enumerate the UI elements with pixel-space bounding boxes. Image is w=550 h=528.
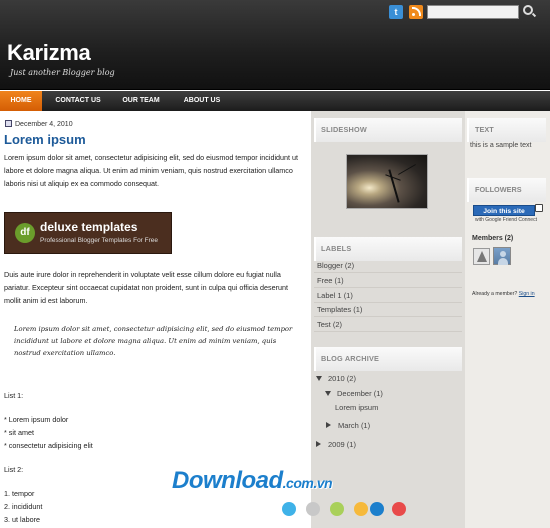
- main-content: December 4, 2010 Lorem ipsum Lorem ipsum…: [0, 111, 311, 528]
- members-count: Members (2): [472, 235, 514, 242]
- tree-branch: [398, 164, 416, 175]
- rss-icon[interactable]: [409, 5, 423, 19]
- gfc-icon: [535, 204, 543, 212]
- watermark-dot: [354, 502, 368, 516]
- watermark-dot: [282, 502, 296, 516]
- list-item: 3. ut labore: [4, 515, 40, 524]
- list2-title: List 2:: [4, 465, 24, 474]
- archive-year-2010[interactable]: 2010 (2): [316, 374, 356, 383]
- watermark-dot: [392, 502, 406, 516]
- twitter-icon[interactable]: t: [389, 5, 403, 19]
- list-item: * consectetur adipisicing elit: [4, 441, 93, 450]
- watermark-text: Download: [172, 467, 283, 494]
- label-link[interactable]: Test (2): [314, 318, 462, 332]
- member-avatar[interactable]: [493, 247, 511, 265]
- label-link[interactable]: Templates (1): [314, 303, 462, 317]
- archive-year-label[interactable]: 2009: [328, 440, 345, 449]
- nav-contact-us[interactable]: CONTACT US: [47, 91, 109, 111]
- archive-month-label[interactable]: December: [337, 389, 372, 398]
- join-this-site-button[interactable]: Join this site: [473, 205, 535, 216]
- watermark-suffix: .com.vn: [282, 475, 333, 491]
- list-item: 2. incididunt: [4, 502, 43, 511]
- post-blockquote: Lorem ipsum dolor sit amet, consectetur …: [14, 325, 293, 357]
- label-link[interactable]: Blogger (2): [314, 259, 462, 273]
- expand-right-icon[interactable]: [326, 422, 331, 428]
- search-input[interactable]: [427, 5, 519, 19]
- watermark-dot: [330, 502, 344, 516]
- label-link[interactable]: Label 1 (1): [314, 289, 462, 303]
- post-date: December 4, 2010: [5, 120, 73, 128]
- nav-about-us[interactable]: ABOUT US: [174, 91, 230, 111]
- search-icon[interactable]: [523, 5, 533, 15]
- nav-home[interactable]: HOME: [0, 91, 42, 111]
- already-member-label: Already a member?: [472, 291, 518, 297]
- post-title[interactable]: Lorem ipsum: [4, 132, 86, 147]
- archive-count: (1): [360, 421, 371, 430]
- expand-down-icon[interactable]: [316, 376, 322, 381]
- slideshow-image[interactable]: [346, 154, 428, 209]
- archive-month-label[interactable]: March: [338, 421, 359, 430]
- list-item: * sit amet: [4, 428, 34, 437]
- text-widget-heading: TEXT: [467, 118, 546, 142]
- archive-count: (2): [346, 374, 356, 383]
- header: t Karizma Just another Blogger blog: [0, 0, 550, 90]
- deluxe-templates-logo-icon: df: [15, 223, 35, 243]
- labels-heading: LABELS: [314, 237, 462, 261]
- list-item: 1. tempor: [4, 489, 35, 498]
- watermark-dot: [306, 502, 320, 516]
- list1-title: List 1:: [4, 391, 24, 400]
- blog-archive-heading: BLOG ARCHIVE: [314, 347, 462, 371]
- archive-year-2009[interactable]: 2009 (1): [316, 440, 356, 449]
- post-paragraph-2: Duis aute irure dolor in reprehenderit i…: [4, 270, 288, 305]
- site-tagline: Just another Blogger blog: [10, 68, 115, 77]
- top-bar: t: [0, 0, 550, 24]
- expand-down-icon[interactable]: [325, 391, 331, 396]
- followers-heading: FOLLOWERS: [467, 178, 546, 202]
- archive-month-december[interactable]: December (1): [325, 389, 383, 398]
- already-member-text: Already a member? Sign in: [472, 291, 547, 298]
- archive-count: (1): [373, 389, 383, 398]
- banner-title: deluxe templates: [40, 220, 138, 234]
- deluxe-templates-banner[interactable]: df deluxe templates Professional Blogger…: [4, 212, 172, 254]
- main-nav: HOME CONTACT US OUR TEAM ABOUT US: [0, 91, 550, 111]
- download-watermark-logo: Download.com.vn: [172, 467, 333, 495]
- archive-post-link[interactable]: Lorem ipsum: [335, 403, 378, 412]
- text-widget-body: this is a sample text: [470, 142, 532, 149]
- list-item: * Lorem ipsum dolor: [4, 415, 69, 424]
- calendar-icon: [5, 120, 12, 127]
- archive-month-march[interactable]: March (1): [326, 421, 370, 430]
- archive-count: (1): [346, 440, 356, 449]
- archive-year-label[interactable]: 2010: [328, 374, 345, 383]
- gfc-caption: with Google Friend Connect: [475, 217, 537, 223]
- sign-in-link[interactable]: Sign in: [519, 291, 535, 297]
- middle-sidebar: SLIDESHOW LABELS Blogger (2) Free (1) La…: [311, 111, 465, 528]
- label-link[interactable]: Free (1): [314, 274, 462, 288]
- watermark-dot: [370, 502, 384, 516]
- slideshow-heading: SLIDESHOW: [314, 118, 462, 142]
- member-avatar-default-icon[interactable]: [473, 248, 490, 265]
- post-date-text: December 4, 2010: [15, 121, 73, 128]
- banner-subtitle: Professional Blogger Templates For Free: [40, 237, 159, 244]
- right-sidebar: TEXT this is a sample text FOLLOWERS Joi…: [465, 111, 550, 528]
- nav-our-team[interactable]: OUR TEAM: [113, 91, 169, 111]
- expand-right-icon[interactable]: [316, 441, 321, 447]
- post-paragraph-1: Lorem ipsum dolor sit amet, consectetur …: [4, 153, 299, 188]
- site-title[interactable]: Karizma: [7, 40, 91, 66]
